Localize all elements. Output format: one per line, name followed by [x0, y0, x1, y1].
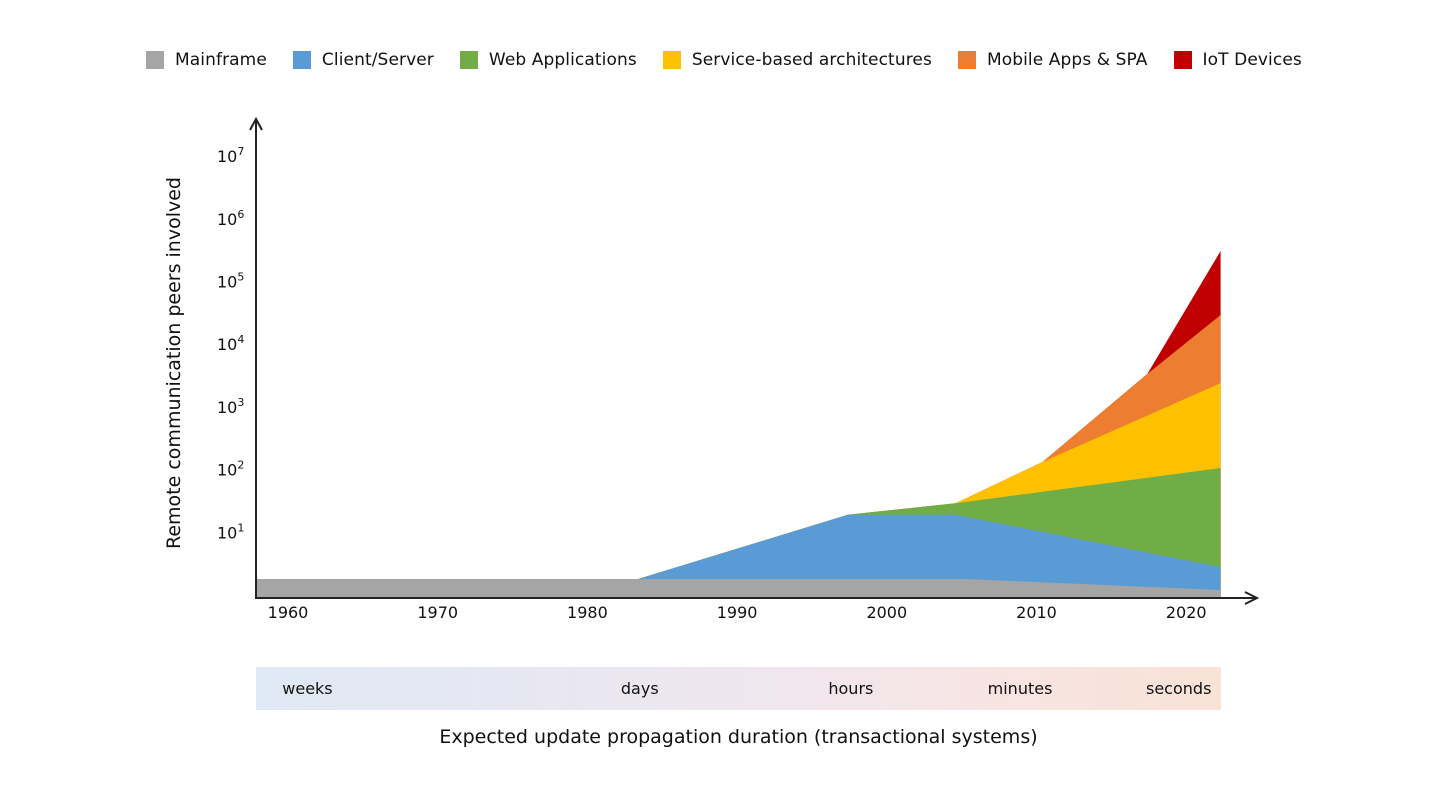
y-axis-title: Remote communication peers involved [163, 177, 185, 549]
x-tick-label: 2000 [866, 603, 907, 622]
x-tick-label: 2020 [1166, 603, 1207, 622]
duration-label-hours: hours [828, 679, 874, 698]
y-tick-label: 103 [217, 396, 244, 417]
x-tick-label: 2010 [1016, 603, 1057, 622]
area-series-group [256, 251, 1221, 597]
y-tick-labels: 101 102 103 104 105 106 107 [217, 145, 244, 542]
y-tick-label: 105 [217, 271, 244, 292]
x-tick-label: 1980 [567, 603, 608, 622]
duration-label-days: days [620, 679, 659, 698]
y-tick-label: 106 [217, 208, 244, 229]
x-tick-label: 1960 [268, 603, 309, 622]
duration-scale-bar: weeks days hours minutes seconds [256, 667, 1221, 710]
y-tick-label: 104 [217, 333, 244, 354]
y-tick-label: 107 [217, 145, 244, 166]
y-tick-label: 102 [217, 459, 244, 480]
x-axis-title: Expected update propagation duration (tr… [439, 726, 1038, 748]
duration-label-seconds: seconds [1146, 679, 1212, 698]
x-tick-label: 1990 [717, 603, 758, 622]
duration-label-minutes: minutes [987, 679, 1053, 698]
duration-label-weeks: weeks [282, 679, 333, 698]
x-tick-labels: 1960 1970 1980 1990 2000 2010 2020 [268, 603, 1207, 622]
y-tick-label: 101 [217, 521, 244, 542]
x-tick-label: 1970 [417, 603, 458, 622]
